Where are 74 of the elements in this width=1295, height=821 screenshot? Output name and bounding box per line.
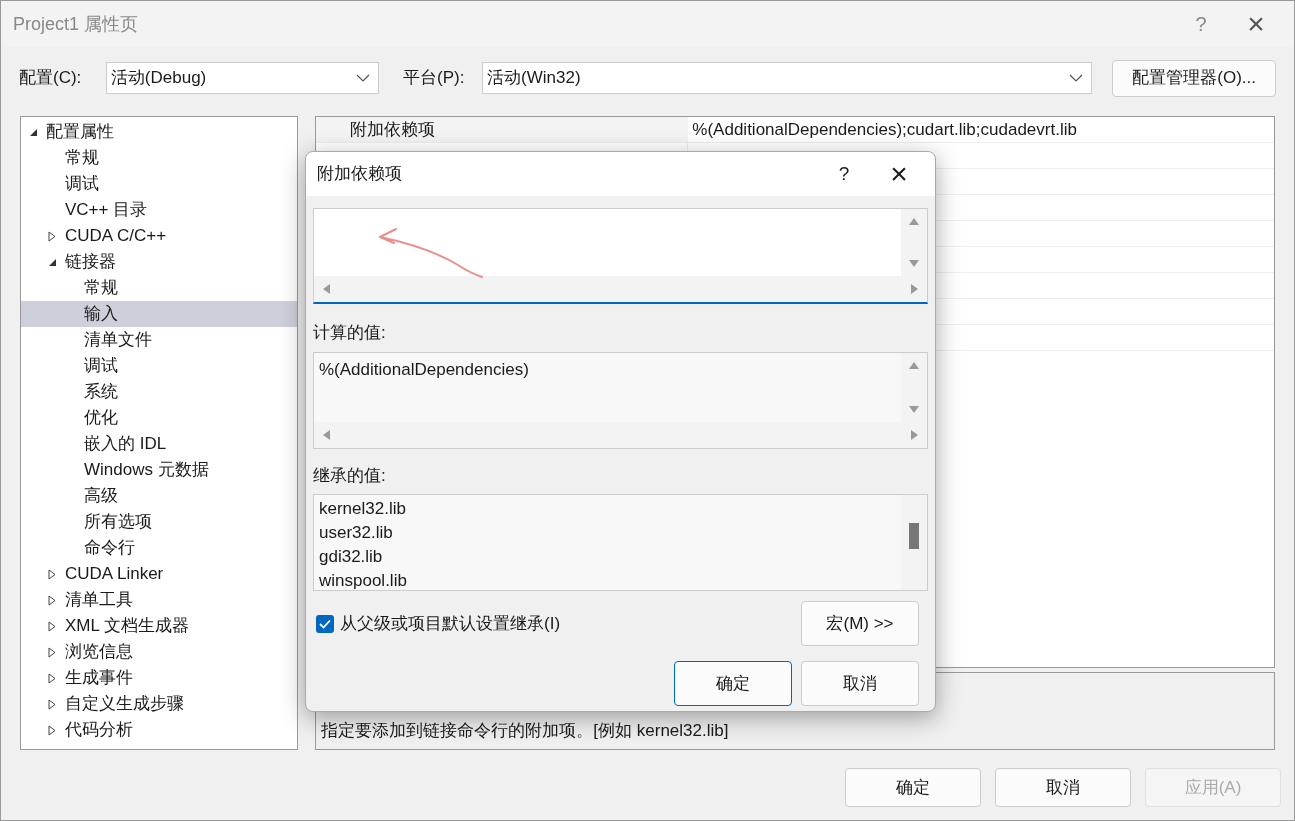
dialog-title: 附加依赖项 [317,163,403,186]
check-icon [319,618,331,629]
close-button[interactable]: × [1226,9,1286,39]
tree-item[interactable]: Windows 元数据 [21,457,298,483]
config-label: 配置(C): [19,67,83,90]
dialog-button[interactable]: 确定 [674,661,792,706]
collapsed-triangle-icon[interactable] [48,568,56,580]
tree-item[interactable]: 嵌入的 IDL [21,431,298,457]
platform-label: 平台(P): [403,67,466,90]
expanded-triangle-icon[interactable] [48,257,57,267]
inherited-value: gdi32.lib [319,546,384,568]
scroll-up-icon[interactable] [908,360,920,370]
computed-label: 计算的值: [313,322,387,344]
tree-item[interactable]: 系统 [21,379,298,405]
scroll-down-icon[interactable] [908,259,920,268]
tree-item[interactable]: 优化 [21,405,298,431]
platform-dropdown[interactable]: 活动(Win32) [482,62,1093,94]
scroll-left-icon[interactable] [322,428,331,441]
tree-item[interactable]: 调试 [21,171,298,197]
tree-item[interactable]: 高级 [21,483,298,509]
tree-item[interactable]: 输入 [21,301,298,327]
collapsed-triangle-icon[interactable] [48,646,56,658]
inherited-value: kernel32.lib [319,498,407,520]
tree-item[interactable]: CUDA C/C++ [21,223,298,249]
scroll-right-icon[interactable] [910,283,919,295]
scroll-left-icon[interactable] [322,283,331,295]
inherit-checkbox-label: 从父级或项目默认设置继承(I) [340,612,561,635]
tree-item[interactable]: 代码分析 [21,717,298,743]
tree-item[interactable]: 链接器 [21,249,298,275]
close-button[interactable]: × [869,159,929,189]
dropdown-chevron-icon [1069,74,1084,82]
inherited-label: 继承的值: [313,464,387,487]
tree-item[interactable]: CUDA Linker [21,561,298,587]
tree-item[interactable]: 常规 [21,145,298,171]
tree-item[interactable]: 浏览信息 [21,639,298,665]
tree-item[interactable]: 自定义生成步骤 [21,691,298,717]
scroll-right-icon[interactable] [910,428,919,441]
scroll-up-icon[interactable] [908,217,920,226]
collapsed-triangle-icon[interactable] [48,620,56,632]
config-dropdown[interactable]: 活动(Debug) [105,62,380,94]
macros-button[interactable]: 宏(M) >> [801,601,919,646]
property-value[interactable]: %(AdditionalDependencies);cudart.lib;cudadevrt.lib [688,117,1077,142]
tree-item[interactable]: 调试 [21,353,298,379]
dropdown-chevron-icon [356,74,371,82]
dialog-button[interactable]: 取消 [995,768,1131,807]
tree-item[interactable]: 生成事件 [21,665,298,691]
dialog-button[interactable]: 确定 [845,768,981,807]
tree-item[interactable]: 所有选项 [21,509,298,535]
window-title: Project1 属性页 [13,12,140,36]
description-text: 指定要添加到链接命令行的附加项。[例如 kernel32.lib] [321,719,729,742]
inherited-value: user32.lib [319,522,394,544]
tree-item[interactable]: 清单工具 [21,587,298,613]
collapsed-triangle-icon[interactable] [48,672,56,684]
tree-item[interactable]: XML 文档生成器 [21,613,298,639]
scroll-down-icon[interactable] [908,404,920,414]
tree-item[interactable]: 命令行 [21,535,298,561]
tree-item[interactable]: 常规 [21,275,298,301]
dialog-button[interactable]: 取消 [801,661,919,706]
inherited-value: winspool.lib [319,570,408,590]
expanded-triangle-icon[interactable] [29,127,38,137]
collapsed-triangle-icon[interactable] [48,724,56,736]
config-manager-button[interactable]: 配置管理器(O)... [1112,59,1276,97]
collapsed-triangle-icon[interactable] [48,230,56,242]
computed-value: %(AdditionalDependencies) [318,358,530,381]
tree-item[interactable]: 清单文件 [21,327,298,353]
collapsed-triangle-icon[interactable] [48,698,56,710]
help-button[interactable]: ? [819,159,869,189]
dependencies-input[interactable] [313,208,928,304]
property-name[interactable]: 附加依赖项 [316,117,689,142]
tree-item[interactable]: 配置属性 [21,119,298,145]
tree-item[interactable]: VC++ 目录 [21,197,298,223]
collapsed-triangle-icon[interactable] [48,594,56,606]
scrollbar-thumb[interactable] [909,523,919,549]
inherit-checkbox[interactable] [316,614,334,633]
